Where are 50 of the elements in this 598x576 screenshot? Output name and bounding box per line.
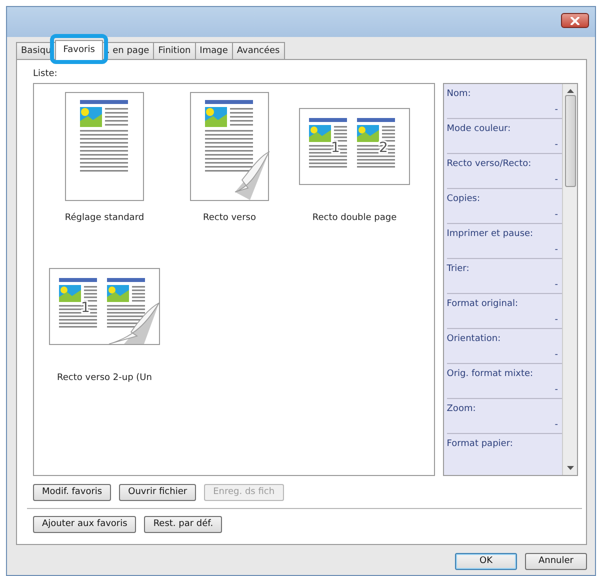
- tab[interactable]: Avancées: [232, 42, 285, 59]
- detail-label: Format papier:: [446, 438, 514, 450]
- detail-label: Imprimer et pause:: [446, 228, 534, 240]
- detail-value: -: [554, 279, 559, 292]
- list-button[interactable]: Ouvrir fichier: [119, 484, 196, 500]
- detail-value: -: [554, 174, 559, 187]
- item-label: Recto verso 2-up (Un: [57, 372, 152, 384]
- close-icon: [570, 16, 580, 24]
- detail-label: Orig. format mixte:: [446, 368, 534, 380]
- detail-label: Recto verso/Recto:: [446, 158, 532, 170]
- item-label: Recto double page: [312, 212, 397, 224]
- detail-value: -: [554, 104, 559, 117]
- item-label: Réglage standard: [64, 212, 144, 224]
- detail-value: -: [554, 384, 559, 397]
- list-button[interactable]: Modif. favoris: [33, 484, 112, 500]
- detail-value: -: [554, 139, 559, 152]
- page-thumbnail-drawing: [106, 278, 144, 328]
- scroll-up-icon[interactable]: [566, 88, 574, 92]
- detail-value: -: [554, 349, 559, 362]
- page-thumbnail-drawing: [58, 278, 96, 328]
- item-label: Recto verso: [203, 212, 256, 224]
- detail-value: -: [554, 419, 559, 432]
- page-curl-icon: [190, 92, 270, 202]
- detail-label: Mode couleur:: [446, 122, 512, 136]
- detail-label: Copies:: [446, 192, 482, 206]
- close-button[interactable]: [561, 13, 589, 28]
- detail-label: Zoom:: [446, 402, 477, 416]
- page-thumbnail-drawing: [356, 118, 394, 168]
- page-thumbnail-drawing: [308, 118, 346, 168]
- tab[interactable]: Finition: [153, 42, 196, 59]
- list-label: Liste:: [33, 68, 58, 81]
- favorite-item[interactable]: Réglage standard: [42, 92, 167, 252]
- tab[interactable]: Favoris: [55, 40, 103, 60]
- favorite-button[interactable]: Ajouter aux favoris: [33, 516, 136, 532]
- document-page-icon: [64, 92, 144, 202]
- dialog-button[interactable]: OK: [455, 553, 517, 570]
- detail-value: -: [554, 244, 559, 257]
- detail-label: Trier:: [446, 262, 470, 276]
- scroll-thumb[interactable]: [564, 94, 576, 186]
- detail-label: Orientation:: [446, 332, 502, 346]
- detail-label: Format original:: [446, 298, 520, 310]
- scrollbar[interactable]: [562, 84, 577, 474]
- detail-value: -: [554, 209, 559, 222]
- favorite-item[interactable]: Recto verso: [167, 92, 292, 252]
- favorite-button[interactable]: Rest. par déf.: [144, 516, 222, 532]
- tab[interactable]: Image: [194, 42, 233, 59]
- scroll-down-icon[interactable]: [566, 466, 574, 470]
- dialog-button[interactable]: Annuler: [525, 553, 587, 570]
- detail-label: Nom:: [446, 88, 472, 100]
- detail-value: -: [554, 314, 559, 327]
